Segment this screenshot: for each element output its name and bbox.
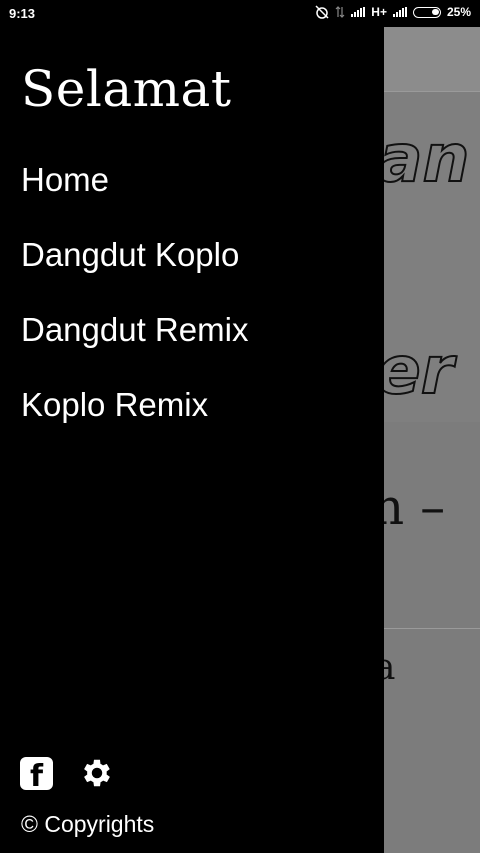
background-card: h – [384,422,480,629]
signal-icon-2 [392,7,407,17]
banner-text-1: an [384,119,471,198]
menu-item-home[interactable]: Home [21,157,248,232]
status-time: 9:13 [9,6,36,21]
facebook-icon[interactable]: f [20,756,53,794]
copyright-text: © Copyrights [21,811,155,837]
navigation-drawer: Selamat Home Dangdut Koplo Dangdut Remix… [0,27,384,853]
background-banner: an er [384,92,480,422]
drawer-title: Selamat [21,60,232,118]
alarm-off-icon [315,5,329,19]
gear-icon[interactable] [79,755,115,791]
menu-item-dangdut-remix[interactable]: Dangdut Remix [21,307,248,382]
battery-level: 25% [446,5,471,19]
background-card-2-text: a [384,647,396,688]
menu-item-koplo-remix[interactable]: Koplo Remix [21,382,248,457]
background-card-2: a [384,629,480,853]
drawer-footer-icons: f [20,755,115,794]
drawer-menu: Home Dangdut Koplo Dangdut Remix Koplo R… [21,157,248,457]
data-arrows-icon [335,6,345,18]
signal-icon [351,7,366,17]
status-icons: H+ 25% [315,5,471,19]
background-toolbar [384,27,480,92]
banner-text-2: er [384,331,454,410]
battery-icon [412,6,441,18]
menu-item-dangdut-koplo[interactable]: Dangdut Koplo [21,232,248,307]
status-bar: 9:13 H+ 25% [0,0,480,27]
background-card-text: h – [384,478,446,536]
network-type: H+ [371,5,387,19]
